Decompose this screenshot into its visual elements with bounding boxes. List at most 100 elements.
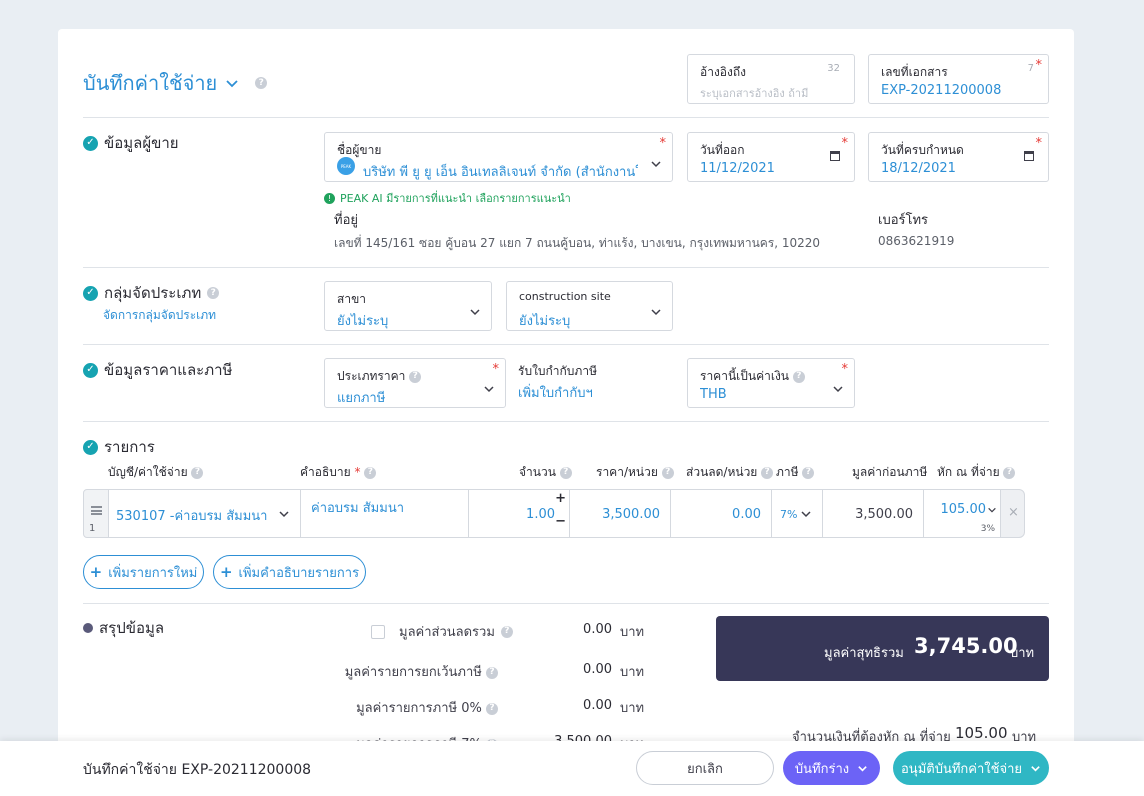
- reference-label: อ้างอิงถึง: [700, 65, 746, 79]
- branch-select[interactable]: สาขา ยังไม่ระบุ: [324, 281, 492, 331]
- tax-select[interactable]: 7%: [771, 489, 823, 538]
- manage-group-link[interactable]: จัดการกลุ่มจัดประเภท: [103, 306, 216, 325]
- ai-suggestion-hint[interactable]: ! PEAK AI มีรายการที่แนะนำ เลือกรายการแน…: [324, 189, 571, 207]
- summary-section-label: สรุปข้อมูล: [99, 619, 165, 637]
- total-discount-label: มูลค่าส่วนลดรวม: [399, 625, 495, 640]
- calendar-icon[interactable]: [1024, 151, 1034, 161]
- column-header-wht-text: หัก ณ ที่จ่าย: [937, 465, 1000, 479]
- price-type-label: ประเภทราคา ?: [337, 367, 422, 386]
- price-input[interactable]: 3,500.00: [569, 489, 671, 538]
- account-select[interactable]: 530107 -ค่าอบรม สัมมนา: [108, 489, 301, 538]
- zero-rate-row: มูลค่ารายการภาษี 0% ?: [356, 697, 498, 718]
- description-input[interactable]: ค่าอบรม สัมมนา: [300, 489, 469, 538]
- plus-icon[interactable]: +: [555, 491, 566, 506]
- construction-site-select[interactable]: construction site ยังไม่ระบุ: [506, 281, 673, 331]
- minus-icon[interactable]: −: [555, 514, 566, 529]
- construction-site-label: construction site: [519, 290, 611, 303]
- discount-input[interactable]: 0.00: [670, 489, 772, 538]
- wht-select[interactable]: 105.00 3%: [923, 489, 1001, 538]
- help-icon[interactable]: ?: [255, 77, 268, 89]
- column-header-discount: ส่วนลด/หน่วย ?: [686, 463, 774, 482]
- plus-icon: +: [219, 563, 233, 581]
- document-number-counter: 7: [1027, 63, 1034, 74]
- help-icon[interactable]: ?: [661, 466, 674, 479]
- chevron-down-icon: [857, 763, 868, 774]
- chevron-down-icon[interactable]: [832, 383, 844, 395]
- column-header-description-text: คำอธิบาย: [300, 465, 351, 479]
- required-marker: *: [841, 362, 849, 377]
- help-icon[interactable]: ?: [191, 466, 204, 479]
- net-total-value: 3,745.00: [914, 634, 1018, 658]
- chevron-down-icon[interactable]: [278, 508, 290, 520]
- add-item-button[interactable]: + เพิ่มรายการใหม่: [83, 555, 204, 589]
- currency-label: ราคานี้เป็นค่าเงิน ?: [700, 367, 805, 386]
- phone-value: 0863621919: [878, 234, 955, 248]
- due-date-field[interactable]: วันที่ครบกำหนด * 18/12/2021: [868, 132, 1049, 182]
- chevron-down-icon[interactable]: [650, 306, 662, 318]
- price-type-select[interactable]: ประเภทราคา ? * แยกภาษี: [324, 358, 506, 408]
- help-icon[interactable]: ?: [761, 466, 774, 479]
- approve-button[interactable]: อนุมัติบันทึกค่าใช้จ่าย: [893, 751, 1049, 785]
- help-icon[interactable]: ?: [559, 466, 572, 479]
- help-icon[interactable]: ?: [500, 625, 513, 638]
- zero-rate-label: มูลค่ารายการภาษี 0%: [356, 701, 482, 716]
- check-circle-icon: ✓: [83, 362, 98, 378]
- help-icon[interactable]: ?: [409, 370, 422, 383]
- description-value: ค่าอบรม สัมมนา: [311, 501, 404, 516]
- phone-label: เบอร์โทร: [878, 213, 929, 228]
- document-number-input[interactable]: EXP-20211200008: [881, 83, 1001, 98]
- currency-select[interactable]: ราคานี้เป็นค่าเงิน ? * THB: [687, 358, 855, 408]
- group-section-label: กลุ่มจัดประเภท: [104, 284, 202, 302]
- tax-value: 7%: [780, 508, 798, 521]
- bullet-icon: [83, 623, 93, 633]
- column-header-price-text: ราคา/หน่วย: [596, 465, 658, 479]
- delete-row-button[interactable]: ×: [1000, 489, 1025, 538]
- exempt-label: มูลค่ารายการยกเว้นภาษี: [344, 665, 482, 680]
- chevron-down-icon[interactable]: [650, 158, 662, 170]
- column-header-tax-text: ภาษี: [776, 465, 799, 479]
- vendor-section-label: ข้อมูลผู้ขาย: [104, 134, 179, 152]
- total-discount-checkbox[interactable]: [371, 624, 385, 639]
- address-label: ที่อยู่: [334, 213, 358, 228]
- required-marker: *: [1035, 136, 1043, 151]
- qty-stepper[interactable]: 1.00 + −: [468, 489, 570, 538]
- due-date-input[interactable]: 18/12/2021: [881, 161, 956, 176]
- ai-suggestion-text: PEAK AI มีรายการที่แนะนำ เลือกรายการแนะน…: [340, 192, 571, 205]
- help-icon[interactable]: ?: [486, 702, 498, 715]
- help-icon[interactable]: ?: [364, 466, 377, 479]
- calendar-icon[interactable]: [830, 151, 840, 161]
- save-draft-button[interactable]: บันทึกร่าง: [783, 751, 880, 785]
- help-icon[interactable]: ?: [1003, 466, 1016, 479]
- column-header-price: ราคา/หน่วย ?: [596, 463, 674, 482]
- help-icon[interactable]: ?: [486, 666, 498, 679]
- add-tax-invoice-link[interactable]: เพิ่มใบกำกับฯ: [518, 382, 593, 403]
- help-icon[interactable]: ?: [792, 370, 805, 383]
- issue-date-input[interactable]: 11/12/2021: [700, 161, 775, 176]
- column-header-qty-text: จำนวน: [519, 465, 556, 479]
- help-icon[interactable]: ?: [207, 287, 220, 299]
- reference-field[interactable]: อ้างอิงถึง 32 ระบุเอกสารอ้างอิง ถ้ามี: [687, 54, 855, 104]
- vendor-name-select[interactable]: ชื่อผู้ขาย * PEAK บริษัท พี ยู ยู เอ็น อ…: [324, 132, 673, 182]
- chevron-down-icon[interactable]: [483, 383, 495, 395]
- chevron-down-icon[interactable]: [800, 508, 812, 520]
- reference-counter: 32: [827, 63, 840, 74]
- info-icon: !: [324, 192, 335, 204]
- address-value: เลขที่ 145/161 ซอย คู้บอน 27 แยก 7 ถนนคู…: [334, 236, 821, 250]
- page-title[interactable]: บันทึกค่าใช้จ่าย ?: [83, 67, 268, 99]
- cancel-button[interactable]: ยกเลิก: [636, 751, 774, 785]
- add-description-button[interactable]: + เพิ่มคำอธิบายรายการ: [213, 555, 366, 589]
- total-discount-row[interactable]: มูลค่าส่วนลดรวม ?: [371, 621, 513, 642]
- column-header-pretax: มูลค่าก่อนภาษี: [852, 463, 927, 482]
- document-number-field[interactable]: เลขที่เอกสาร 7 * EXP-20211200008: [868, 54, 1049, 104]
- issue-date-field[interactable]: วันที่ออก * 11/12/2021: [687, 132, 855, 182]
- chevron-down-icon[interactable]: [987, 504, 997, 514]
- summary-section-title: สรุปข้อมูล: [83, 616, 164, 640]
- help-icon[interactable]: ?: [802, 466, 815, 479]
- pretax-cell: 3,500.00: [822, 489, 924, 538]
- wht-value: 105.00: [940, 502, 987, 517]
- chevron-down-icon[interactable]: [469, 306, 481, 318]
- row-index: 1: [89, 523, 96, 534]
- reference-input[interactable]: ระบุเอกสารอ้างอิง ถ้ามี: [700, 84, 808, 102]
- add-description-label: เพิ่มคำอธิบายรายการ: [238, 565, 360, 581]
- drag-handle[interactable]: 1: [83, 489, 109, 538]
